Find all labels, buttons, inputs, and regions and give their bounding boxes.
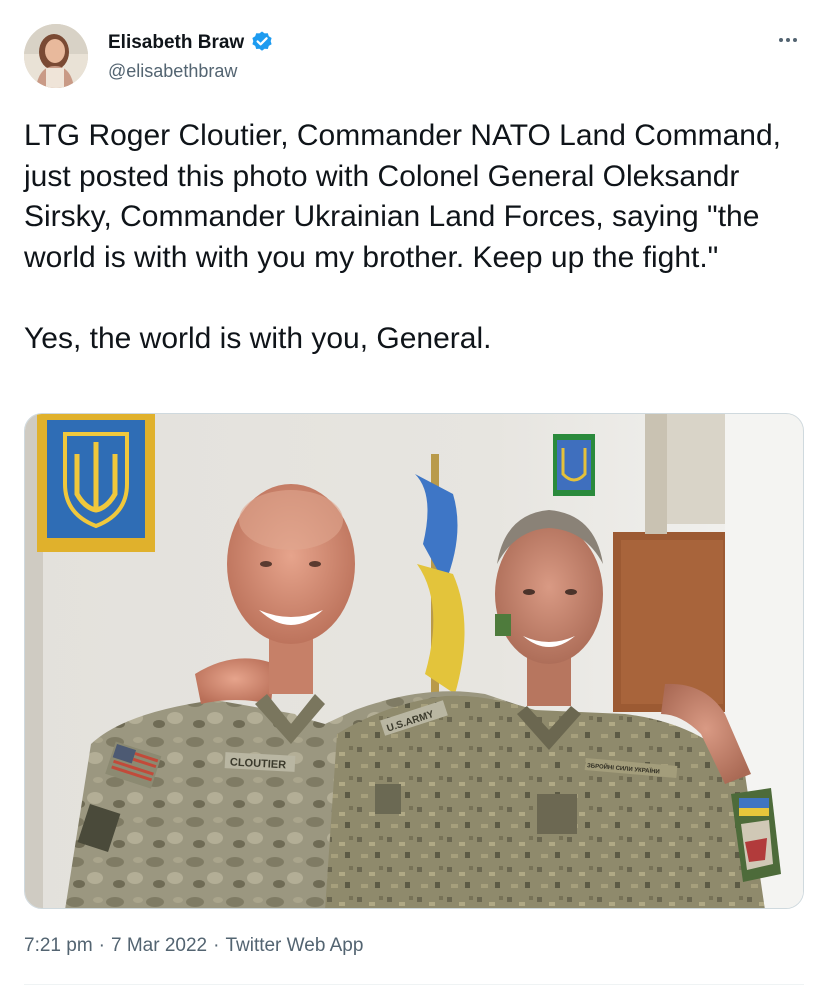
tweet-date[interactable]: 7 Mar 2022 [111, 935, 207, 957]
tweet-time[interactable]: 7:21 pm [24, 935, 93, 957]
more-dot [779, 38, 783, 42]
tweet-photo[interactable]: CLOUTIER U.S.ARMY ЗБРОЙНІ СИЛИ УКРАЇНИ [24, 413, 804, 909]
author-info: Elisabeth Braw @elisabethbraw [108, 30, 274, 80]
more-dot [793, 38, 797, 42]
tweet-metadata: 7:21 pm · 7 Mar 2022 · Twitter Web App [24, 935, 363, 957]
more-options-icon[interactable] [774, 30, 802, 50]
tweet-text: LTG Roger Cloutier, Commander NATO Land … [24, 119, 781, 355]
meta-separator: · [98, 935, 105, 956]
author-name-row: Elisabeth Braw [108, 30, 274, 54]
author-handle[interactable]: @elisabethbraw [108, 62, 274, 80]
verified-badge-icon [250, 30, 274, 54]
tweet: Elisabeth Braw @elisabethbraw LTG Roger … [0, 0, 828, 989]
author-avatar[interactable] [24, 24, 88, 88]
tweet-source[interactable]: Twitter Web App [225, 935, 363, 957]
author-display-name[interactable]: Elisabeth Braw [108, 33, 244, 52]
meta-separator: · [213, 935, 220, 956]
divider [24, 984, 804, 985]
more-dot [786, 38, 790, 42]
